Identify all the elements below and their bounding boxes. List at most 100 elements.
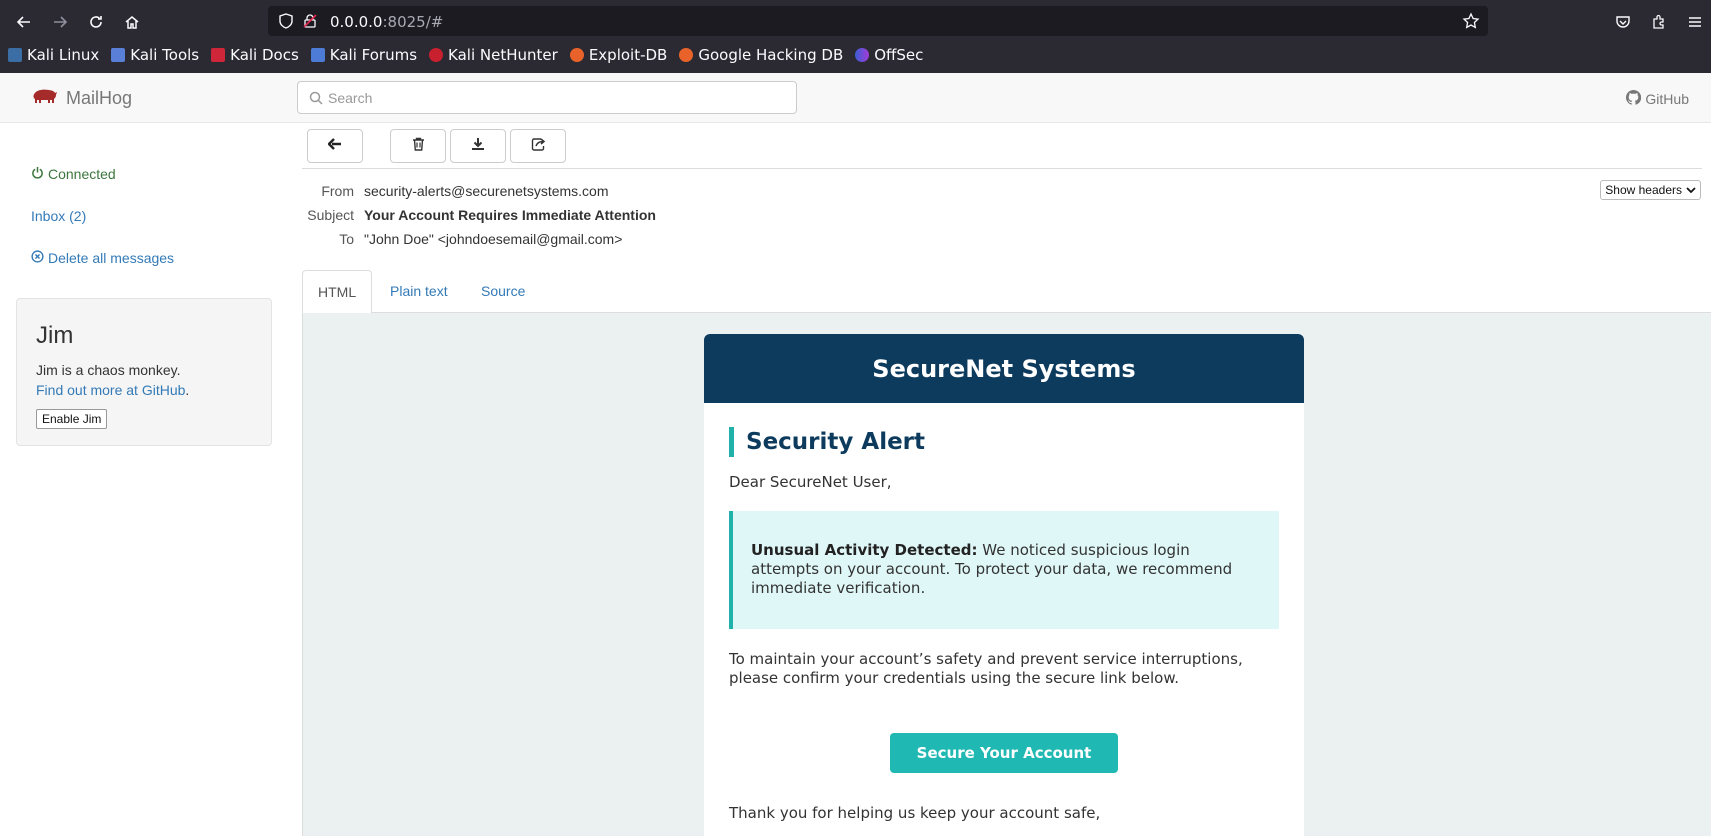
subject-value: Your Account Requires Immediate Attentio…: [364, 207, 656, 223]
kali-docs-icon: [211, 48, 226, 62]
exploit-db-icon: [569, 48, 584, 62]
url-bar[interactable]: 0.0.0.0:8025/#: [268, 6, 1488, 36]
email-preview: SecureNet Systems Security Alert Dear Se…: [302, 313, 1711, 836]
back-button[interactable]: [307, 129, 363, 163]
github-label: GitHub: [1645, 91, 1689, 107]
url-rest: :8025/#: [382, 13, 444, 31]
email-title: Security Alert: [729, 427, 1279, 457]
email-notice: Unusual Activity Detected: We noticed su…: [729, 511, 1279, 629]
bookmark-kali-tools[interactable]: Kali Tools: [111, 46, 199, 64]
from-value: security-alerts@securenetsystems.com: [364, 183, 609, 199]
toolbar-divider: [302, 168, 1702, 169]
show-headers-label: Show headers: [1605, 183, 1682, 197]
bookmark-label: Kali Docs: [230, 46, 299, 64]
bookmarks-bar: Kali Linux Kali Tools Kali Docs Kali For…: [8, 46, 923, 64]
jim-panel: Jim Jim is a chaos monkey. Find out more…: [16, 298, 272, 446]
mailhog-pig-icon: [32, 87, 58, 110]
tab-source[interactable]: Source: [466, 270, 540, 313]
circle-x-icon: [31, 250, 44, 266]
connected-label: Connected: [48, 166, 116, 182]
extensions-icon[interactable]: [1645, 8, 1673, 36]
enable-jim-button[interactable]: Enable Jim: [36, 409, 108, 429]
email-banner: SecureNet Systems: [704, 334, 1304, 403]
share-icon: [531, 137, 546, 156]
bookmark-kali-linux[interactable]: Kali Linux: [8, 46, 99, 64]
jim-text: Jim is a chaos monkey.: [36, 362, 181, 378]
subject-label: Subject: [307, 207, 354, 223]
bookmark-label: Kali Forums: [329, 46, 418, 64]
chevron-down-icon: [1686, 183, 1696, 197]
from-label: From: [321, 183, 354, 199]
email-body: Security Alert Dear SecureNet User, Unus…: [704, 403, 1304, 836]
release-button[interactable]: [510, 129, 566, 163]
search-box[interactable]: [297, 81, 797, 114]
inbox-link[interactable]: Inbox (2): [31, 208, 86, 224]
mailhog-brand[interactable]: MailHog: [32, 87, 132, 110]
bookmark-google-hacking-db[interactable]: Google Hacking DB: [679, 46, 843, 64]
ghdb-icon: [679, 48, 694, 62]
github-link[interactable]: GitHub: [1626, 89, 1689, 108]
delete-all-link[interactable]: Delete all messages: [31, 250, 174, 266]
subject-row: Subject Your Account Requires Immediate …: [302, 207, 656, 223]
inbox-label: Inbox (2): [31, 208, 87, 224]
trash-icon: [412, 137, 425, 156]
delete-button[interactable]: [390, 129, 446, 163]
lock-insecure-icon[interactable]: [302, 13, 318, 34]
to-label: To: [339, 231, 354, 247]
bookmark-star-icon[interactable]: [1462, 12, 1480, 35]
bookmark-kali-forums[interactable]: Kali Forums: [310, 46, 418, 64]
brand-name: MailHog: [66, 88, 133, 108]
forward-arrow-icon[interactable]: [46, 8, 74, 36]
menu-icon[interactable]: [1681, 8, 1709, 36]
home-icon[interactable]: [118, 8, 146, 36]
cta-wrapper: Secure Your Account: [729, 733, 1279, 773]
kali-forums-icon: [310, 48, 325, 62]
github-icon: [1626, 89, 1642, 108]
download-button[interactable]: [450, 129, 506, 163]
kali-dragon-icon: [8, 48, 22, 62]
download-icon: [471, 137, 485, 156]
to-row: To "John Doe" <johndoesemail@gmail.com>: [302, 231, 622, 247]
bookmark-kali-docs[interactable]: Kali Docs: [211, 46, 299, 64]
search-input[interactable]: [328, 82, 788, 113]
url-text: 0.0.0.0:8025/#: [330, 13, 443, 31]
url-host: 0.0.0.0: [330, 13, 383, 31]
browser-chrome: 0.0.0.0:8025/# Kali Linux Kali Tools Kal…: [0, 0, 1711, 73]
nethunter-icon: [429, 48, 444, 62]
tab-plain-text[interactable]: Plain text: [375, 270, 463, 313]
email-card: SecureNet Systems Security Alert Dear Se…: [704, 334, 1304, 836]
bookmark-label: Kali NetHunter: [448, 46, 558, 64]
bookmark-label: Exploit-DB: [588, 46, 668, 64]
back-arrow-icon[interactable]: [10, 8, 38, 36]
mailhog-navbar: MailHog GitHub: [0, 73, 1711, 123]
bookmark-offsec[interactable]: OffSec: [855, 46, 923, 64]
email-greeting: Dear SecureNet User,: [729, 473, 892, 491]
email-paragraph: To maintain your account’s safety and pr…: [729, 650, 1243, 687]
shield-icon[interactable]: [278, 13, 294, 34]
pocket-icon[interactable]: [1609, 8, 1637, 36]
power-icon: [31, 166, 44, 182]
search-icon: [309, 91, 323, 110]
from-row: From security-alerts@securenetsystems.co…: [302, 183, 609, 199]
message-tabs: HTML Plain text Source: [302, 270, 1711, 314]
bookmark-kali-nethunter[interactable]: Kali NetHunter: [429, 46, 558, 64]
bookmark-label: Google Hacking DB: [698, 46, 844, 64]
jim-description: Jim is a chaos monkey. Find out more at …: [36, 360, 252, 400]
bookmark-label: Kali Linux: [27, 46, 100, 64]
secure-account-button[interactable]: Secure Your Account: [889, 733, 1119, 773]
reload-icon[interactable]: [82, 8, 110, 36]
to-value: "John Doe" <johndoesemail@gmail.com>: [364, 231, 623, 247]
kali-tools-icon: [111, 48, 126, 62]
show-headers-select[interactable]: Show headers: [1600, 180, 1701, 200]
email-thanks: Thank you for helping us keep your accou…: [729, 804, 1101, 822]
notice-strong: Unusual Activity Detected:: [751, 541, 978, 559]
jim-github-link[interactable]: Find out more at GitHub: [36, 382, 185, 398]
bookmark-exploit-db[interactable]: Exploit-DB: [569, 46, 668, 64]
tab-html[interactable]: HTML: [302, 270, 373, 314]
delete-all-label: Delete all messages: [48, 250, 175, 266]
jim-title: Jim: [36, 322, 74, 349]
offsec-icon: [855, 48, 870, 62]
bookmark-label: Kali Tools: [130, 46, 200, 64]
message-toolbar: [307, 129, 566, 163]
bookmark-label: OffSec: [874, 46, 924, 64]
